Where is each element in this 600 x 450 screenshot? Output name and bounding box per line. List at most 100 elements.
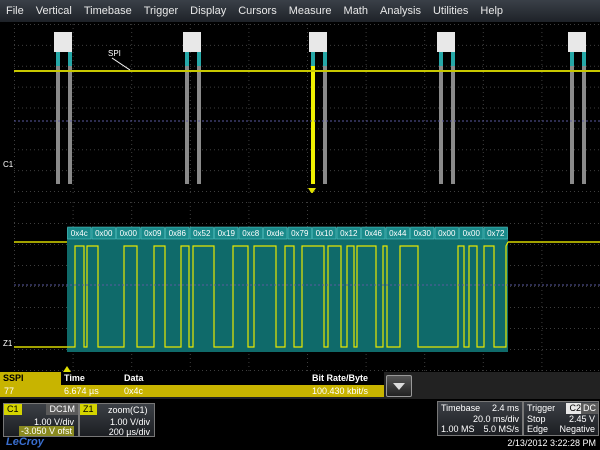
grid-dot [414, 44, 415, 46]
grid-dot [134, 107, 135, 109]
menu-display[interactable]: Display [184, 0, 232, 22]
grid-dot [307, 60, 308, 61]
grid-dot [462, 149, 463, 151]
grid-dot [86, 191, 87, 192]
grid-dot [250, 223, 251, 224]
grid-dot [22, 370, 23, 371]
grid-dot [541, 266, 543, 267]
grid-dot [210, 107, 211, 109]
grid-dot [250, 191, 251, 192]
menu-math[interactable]: Math [338, 0, 374, 22]
grid-dot [42, 202, 43, 203]
main-waveform-grid[interactable]: SPI C1 [0, 22, 600, 193]
table-collapse-button[interactable] [386, 375, 412, 397]
grid-dot [362, 65, 363, 67]
grid-dot [18, 223, 19, 224]
trigger-descriptor[interactable]: Trigger C2 DC Stop 2.45 V Edge Negative [523, 401, 599, 436]
timebase-descriptor[interactable]: Timebase 2.4 ms 20.0 ms/div 1.00 MS 5.0 … [437, 401, 523, 436]
table-header-data[interactable]: Data [124, 372, 144, 385]
menu-measure[interactable]: Measure [283, 0, 338, 22]
grid-dot [424, 92, 426, 93]
menu-bar: File Vertical Timebase Trigger Display Cursor… [0, 0, 600, 22]
grid-dot [158, 44, 159, 46]
grid-dot [14, 32, 15, 33]
grid-dot [562, 265, 563, 266]
grid-dot [62, 265, 63, 266]
grid-dot [586, 328, 587, 329]
grid-dot [38, 149, 39, 151]
grid-dot [438, 191, 439, 192]
grid-dot [182, 107, 183, 109]
menu-help[interactable]: Help [474, 0, 509, 22]
z1-zoom-descriptor[interactable]: Z1 zoom(C1) 1.00 V/div 200 µs/div [79, 403, 155, 437]
grid-dot [362, 44, 363, 46]
grid-dot [278, 170, 279, 172]
grid-dot [474, 65, 475, 67]
zoom-waveform-grid[interactable]: 0x4c 0x00 0x00 0x09 0x86 0x52 0x19 0xc8 0xde 0x79… [0, 200, 600, 372]
grid-dot [446, 170, 447, 172]
grid-dot [414, 65, 415, 67]
grid-dot [594, 307, 595, 308]
grid-dot [230, 170, 231, 172]
grid-dot [486, 128, 487, 130]
grid-dot [424, 96, 426, 97]
trigger-position-marker[interactable] [308, 188, 316, 193]
grid-dot [482, 88, 484, 89]
menu-vertical[interactable]: Vertical [30, 0, 78, 22]
grid-dot [307, 108, 308, 109]
grid-dot [210, 370, 211, 371]
table-row[interactable]: 77 6.674 µs 0x4c 100.430 kbit/s [0, 385, 384, 397]
grid-dot [541, 32, 543, 33]
menu-trigger[interactable]: Trigger [138, 0, 184, 22]
grid-dot [594, 24, 595, 25]
grid-dot [86, 128, 87, 130]
menu-cursors[interactable]: Cursors [232, 0, 283, 22]
menu-timebase[interactable]: Timebase [78, 0, 138, 22]
grid-dot [541, 258, 543, 259]
grid-dot [414, 107, 415, 109]
grid-dot [546, 170, 547, 172]
menu-file[interactable]: File [0, 0, 30, 22]
brand-logo: LeCroy [6, 436, 44, 448]
grid-dot [482, 116, 484, 117]
grid-dot [454, 370, 455, 371]
grid-dot [386, 202, 387, 203]
grid-dot [26, 86, 27, 88]
grid-dot [98, 44, 99, 46]
grid-dot [14, 188, 15, 189]
grid-dot [26, 307, 27, 308]
menu-analysis[interactable]: Analysis [374, 0, 427, 22]
grid-dot [246, 202, 247, 203]
grid-dot [582, 286, 583, 287]
grid-dot [342, 24, 343, 25]
grid-dot [326, 191, 327, 192]
c1-channel-descriptor[interactable]: C1 DC1M 1.00 V/div -3.050 V ofst [3, 403, 79, 437]
grid-dot [450, 107, 451, 109]
grid-dot [72, 140, 74, 141]
table-header-sspi[interactable]: SSPI [0, 372, 61, 385]
grid-dot [190, 107, 191, 109]
grid-dot [510, 128, 511, 130]
grid-dot [334, 86, 335, 88]
grid-dot [189, 148, 191, 149]
grid-dot [238, 191, 239, 192]
grid-dot [250, 86, 251, 88]
grid-dot [466, 191, 467, 192]
grid-dot [541, 306, 543, 307]
table-header-bitrate[interactable]: Bit Rate/Byte [312, 372, 368, 385]
grid-dot [248, 148, 250, 149]
grid-dot [131, 128, 133, 129]
grid-dot [250, 44, 251, 46]
grid-dot [14, 65, 15, 67]
grid-dot [322, 170, 323, 172]
grid-dot [546, 223, 547, 224]
grid-dot [14, 156, 15, 157]
grid-dot [307, 56, 308, 57]
grid-dot [189, 188, 191, 189]
menu-utilities[interactable]: Utilities [427, 0, 474, 22]
grid-dot [282, 128, 283, 130]
grid-dot [54, 128, 55, 130]
table-header-time[interactable]: Time [64, 372, 85, 385]
packet-cap [185, 52, 189, 66]
grid-dot [74, 370, 75, 371]
